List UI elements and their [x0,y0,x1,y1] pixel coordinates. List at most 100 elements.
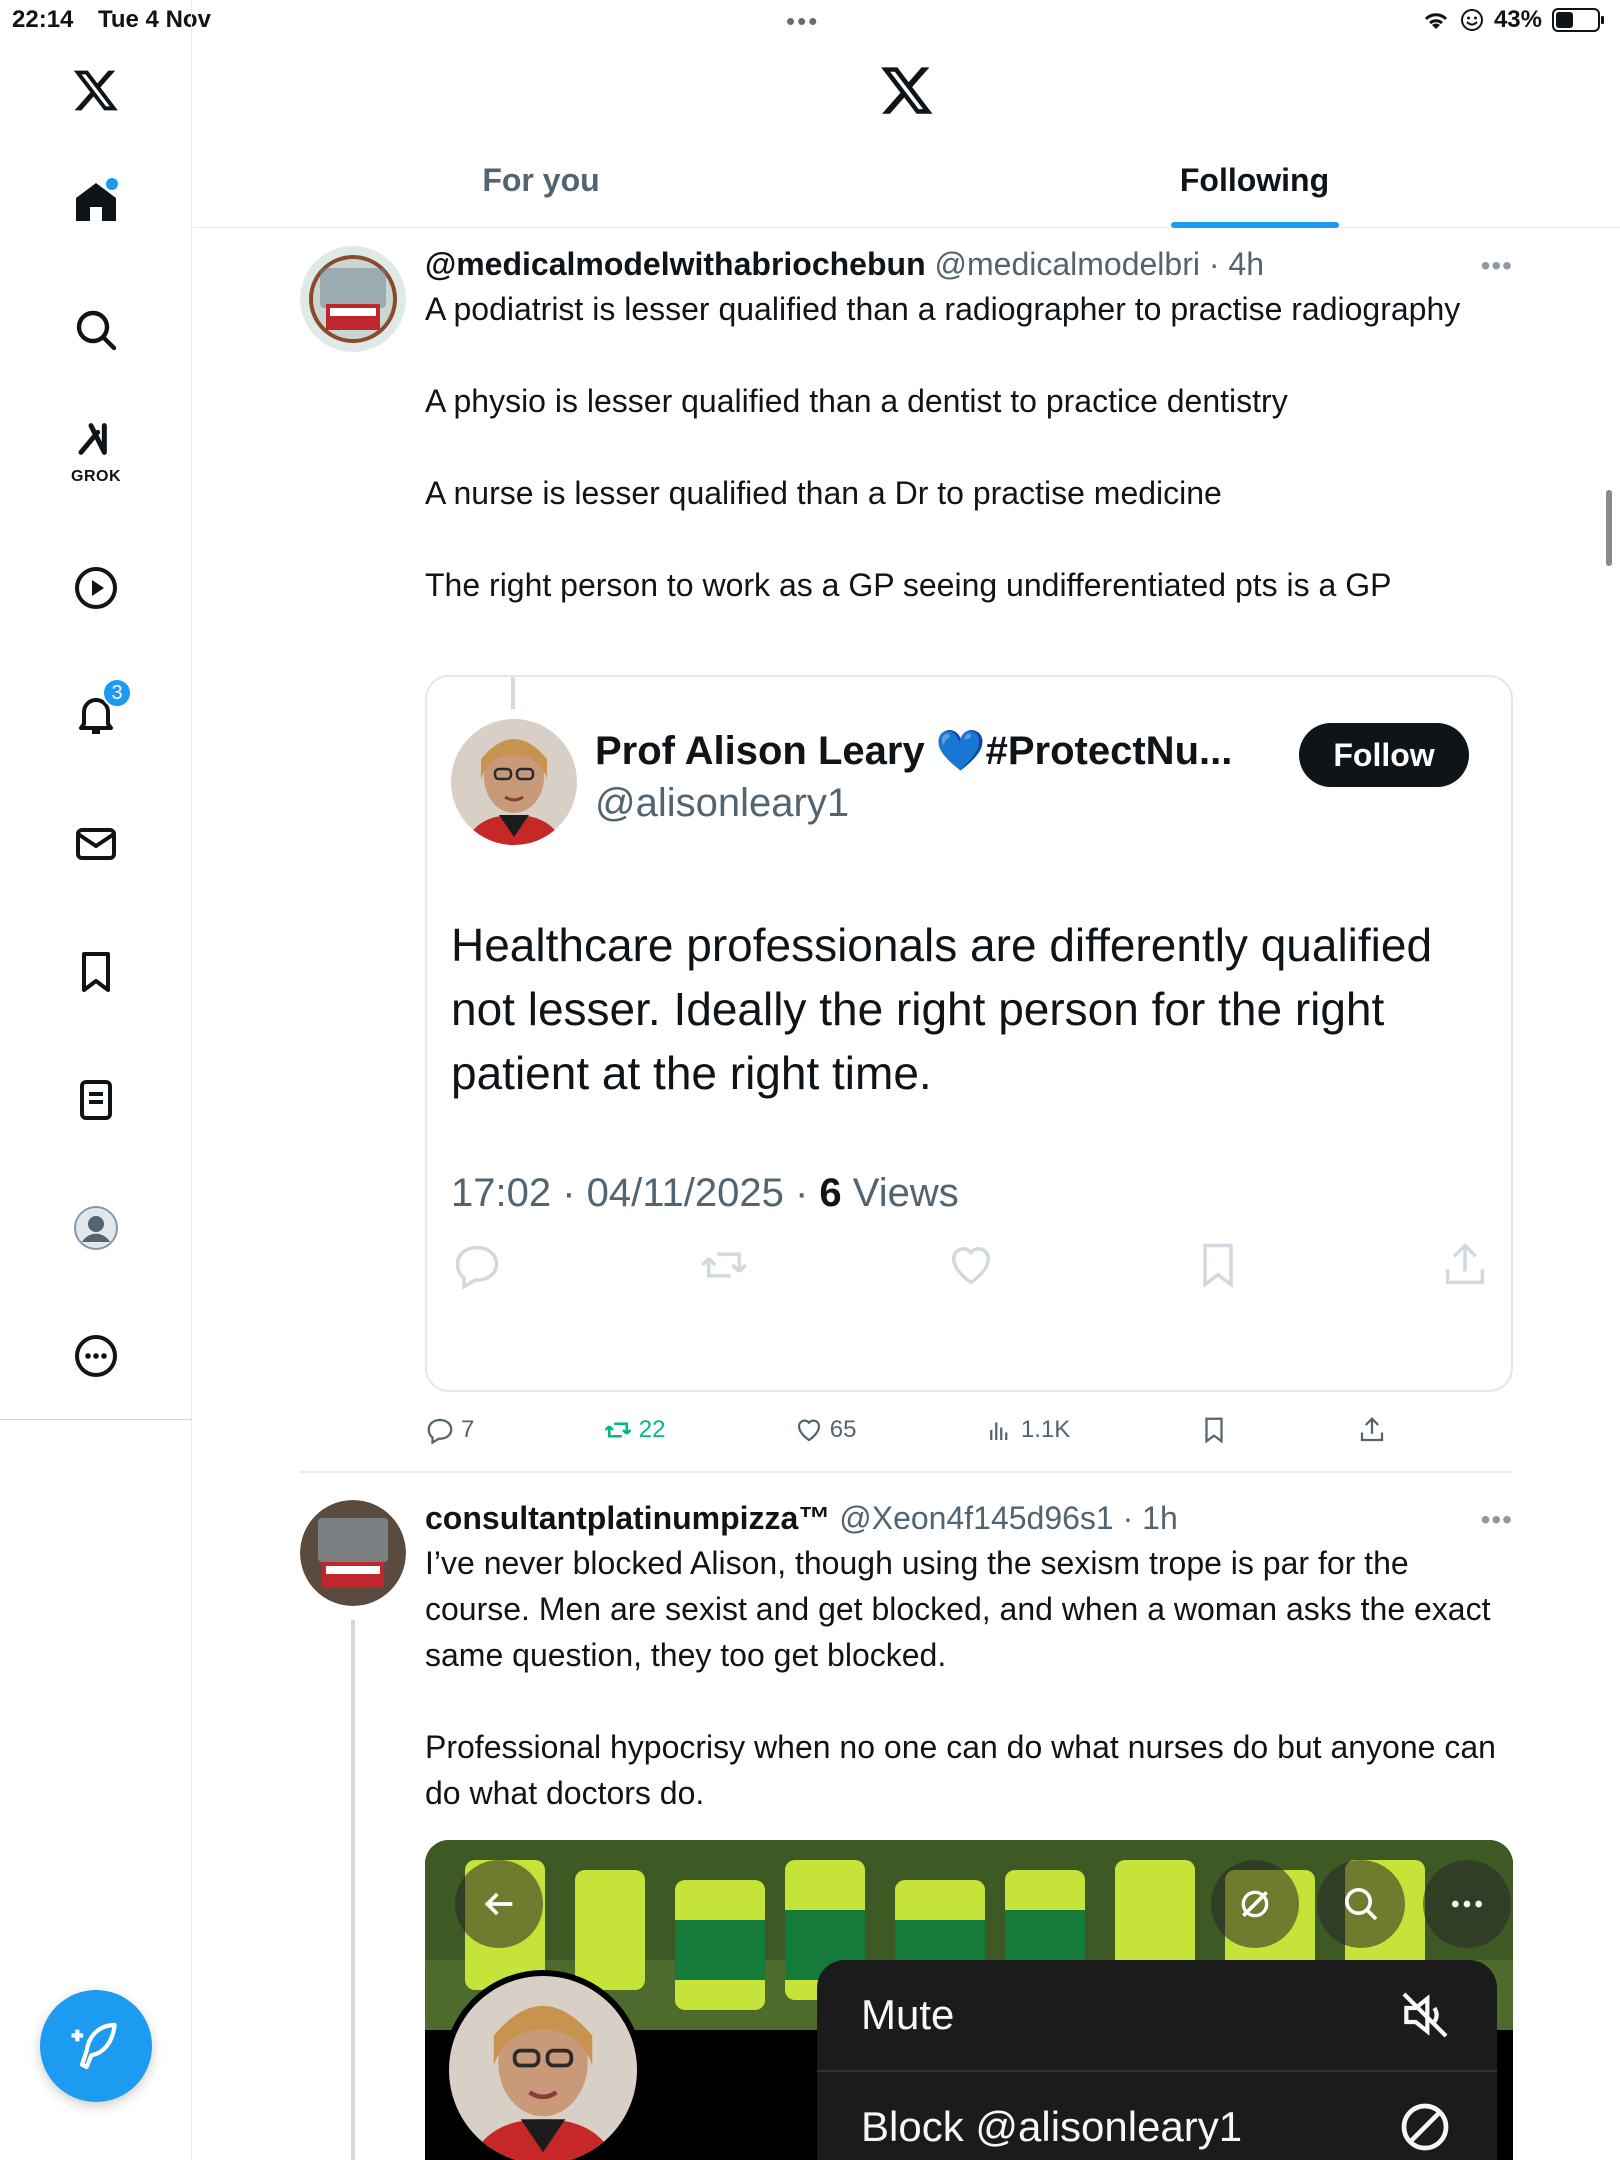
views-button[interactable]: 1.1K [985,1415,1070,1445]
play-icon [75,567,117,609]
grok-icon [78,423,107,455]
sidebar-item-messages[interactable] [56,804,136,884]
tab-following[interactable]: Following [889,140,1620,228]
share-icon[interactable] [1439,1239,1491,1291]
sidebar-item-profile[interactable] [56,1188,136,1268]
compose-feather-icon [71,2022,117,2070]
active-tab-indicator [1170,222,1339,228]
quoted-tweet-text: Healthcare professionals are differently… [451,919,1433,1099]
author-name[interactable]: @medicalmodelwithabriochebun [425,246,926,282]
profile-avatar-large[interactable] [443,1970,643,2160]
sidebar-item-home[interactable] [56,162,136,242]
battery-percent: 43% [1493,6,1542,33]
block-icon [1401,2103,1449,2151]
tweet-more-icon[interactable]: ••• [1481,1504,1513,1536]
wifi-icon [1424,13,1448,29]
quoted-views-count: 6 [819,1171,842,1215]
views-count: 1.1K [1020,1416,1071,1443]
x-logo-icon[interactable] [56,50,136,130]
author-handle[interactable]: @medicalmodelbri [935,246,1200,282]
mute-icon [1402,1992,1448,2038]
sidebar: GROK 3 [0,0,192,2160]
quoted-timestamp: 17:02 · 04/11/2025 · [451,1171,820,1215]
bookmark-icon [1204,1417,1223,1444]
repost-button[interactable]: 22 [603,1415,666,1445]
quoted-author-handle[interactable]: @alisonleary1 [595,781,849,826]
menu-item-mute[interactable]: Mute [817,1960,1497,2070]
sidebar-item-search[interactable] [56,290,136,370]
menu-item-label: Mute [861,1991,955,2038]
thread-line [351,1620,355,2160]
status-bar: 22:14 Tue 4 Nov ••• 43% [0,0,1620,40]
feed-divider [300,1471,1513,1473]
like-icon[interactable] [945,1239,997,1291]
sidebar-divider [0,1419,192,1420]
repost-count: 22 [638,1416,666,1443]
tweet-paragraph: I’ve never blocked Alison, though using … [425,1545,1491,1673]
x-header-logo-icon[interactable] [879,62,935,118]
like-button[interactable]: 65 [794,1415,857,1445]
grok-slash-icon [1241,1890,1269,1918]
author-name[interactable]: consultantplatinumpizza™ [425,1500,830,1536]
notifications-badge: 3 [102,678,132,708]
reply-count: 7 [461,1416,475,1443]
more-options-button[interactable] [1423,1860,1511,1948]
quoted-tweet-card[interactable]: Prof Alison Leary 💙#ProtectNu... @alison… [425,675,1513,1392]
quoted-author-name[interactable]: Prof Alison Leary 💙#ProtectNu... [595,727,1232,774]
timeline-header: For you Following [193,40,1620,228]
sidebar-item-more[interactable] [56,1316,136,1396]
author-handle[interactable]: @Xeon4f145d96s1 [839,1500,1113,1536]
media-preview[interactable]: Mute Block @alisonleary1 [425,1840,1513,2160]
compose-button[interactable] [40,1990,152,2102]
tweet-paragraph: The right person to work as a GP seeing … [425,567,1392,603]
tab-following-label: Following [1179,162,1330,198]
tweet-header: consultantplatinumpizza™ @Xeon4f145d96s1… [425,1500,1178,1537]
list-icon [80,1080,112,1120]
search-button[interactable] [1317,1860,1405,1948]
tab-for-you[interactable]: For you [193,140,889,228]
tweet-more-icon[interactable]: ••• [1481,250,1513,282]
tweet-time[interactable]: 4h [1228,246,1264,282]
quoted-author-avatar[interactable] [451,719,577,845]
repost-icon [604,1422,632,1438]
repost-icon[interactable] [698,1239,750,1291]
reply-icon[interactable] [451,1239,503,1291]
search-icon [1345,1888,1378,1921]
multitasking-dots-icon[interactable]: ••• [786,6,819,37]
like-count: 65 [829,1416,857,1443]
tweet-header: @medicalmodelwithabriochebun @medicalmod… [425,246,1264,283]
menu-item-block[interactable]: Block @alisonleary1 [817,2072,1497,2160]
analytics-icon [989,1422,1008,1440]
scrollbar-thumb[interactable] [1606,490,1612,566]
battery-fill [1556,12,1574,28]
separator-dot: · [1199,246,1229,282]
sidebar-item-lists[interactable] [56,1060,136,1140]
back-button[interactable] [455,1860,543,1948]
tweet-time[interactable]: 1h [1142,1500,1178,1536]
quoted-tweet-actions [451,1239,1491,1291]
quote-thread-line [511,677,515,709]
share-icon [1360,1417,1384,1442]
avatar[interactable] [300,1500,406,1606]
menu-item-label: Block @alisonleary1 [861,2103,1243,2150]
more-circle-icon [75,1335,117,1377]
battery-icon [1552,8,1604,32]
quoted-views-label: Views [841,1171,959,1215]
profile-avatar-icon [74,1206,118,1250]
share-button[interactable] [1357,1415,1387,1445]
grok-explain-button[interactable] [1211,1860,1299,1948]
sidebar-item-videos[interactable] [56,548,136,628]
more-horizontal-icon [1452,1900,1482,1908]
avatar[interactable] [300,246,406,352]
grok-label: GROK [71,468,121,485]
sidebar-item-grok[interactable]: GROK [56,410,136,490]
bookmark-button[interactable] [1199,1415,1229,1445]
sidebar-item-notifications[interactable]: 3 [56,674,136,754]
tweet-paragraph: Professional hypocrisy when no one can d… [425,1729,1496,1811]
sidebar-item-bookmarks[interactable] [56,932,136,1012]
bookmark-icon[interactable] [1192,1239,1244,1291]
reply-button[interactable]: 7 [425,1415,474,1445]
focus-smiley-icon [1460,9,1483,31]
status-indicators: 43% [1422,6,1604,34]
follow-button[interactable]: Follow [1299,723,1469,787]
